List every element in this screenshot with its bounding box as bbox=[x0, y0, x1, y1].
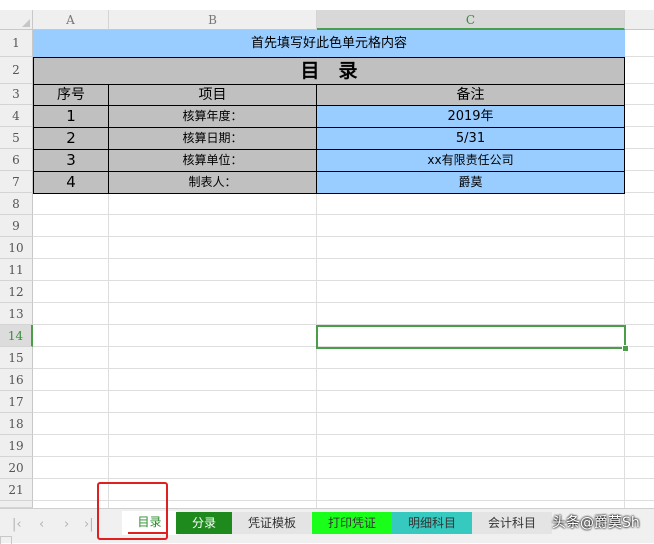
row-header-5[interactable]: 5 bbox=[0, 127, 33, 149]
tab-print-voucher[interactable]: 打印凭证 bbox=[312, 512, 392, 534]
gridline bbox=[33, 280, 654, 281]
gridline bbox=[625, 170, 654, 171]
gridline bbox=[33, 368, 654, 369]
sheet-title-cell[interactable]: 目 录 bbox=[33, 57, 625, 85]
column-header-a[interactable]: A bbox=[33, 10, 109, 30]
row-header-14[interactable]: 14 bbox=[0, 325, 33, 347]
spreadsheet-grid[interactable]: A B C 1 2 3 4 5 6 7 8 9 10 11 12 13 14 1… bbox=[0, 0, 654, 508]
row-header-1[interactable]: 1 bbox=[0, 30, 33, 57]
gridline bbox=[108, 193, 109, 508]
prev-sheet-icon[interactable]: ‹ bbox=[39, 517, 44, 532]
gridline bbox=[33, 478, 654, 479]
tab-voucher-template[interactable]: 凭证模板 bbox=[232, 512, 312, 534]
gridline bbox=[625, 56, 654, 57]
item-note-cell[interactable]: 2019年 bbox=[316, 105, 625, 128]
watermark-text: 头条@爵莫Sh bbox=[552, 515, 640, 531]
row-header-3[interactable]: 3 bbox=[0, 84, 33, 105]
header-item-cell[interactable]: 项目 bbox=[108, 84, 317, 106]
gridline bbox=[33, 434, 654, 435]
item-note-cell[interactable]: 爵莫 bbox=[316, 171, 625, 194]
item-note-cell[interactable]: 5/31 bbox=[316, 127, 625, 150]
row-header-4[interactable]: 4 bbox=[0, 105, 33, 127]
row-header-22[interactable] bbox=[0, 501, 33, 508]
select-all-corner[interactable] bbox=[0, 10, 33, 30]
gridline bbox=[33, 412, 654, 413]
header-no-cell[interactable]: 序号 bbox=[33, 84, 109, 106]
item-label-cell[interactable]: 核算年度： bbox=[108, 105, 317, 128]
item-label-cell[interactable]: 制表人： bbox=[108, 171, 317, 194]
row-header-18[interactable]: 18 bbox=[0, 413, 33, 435]
gridline bbox=[33, 214, 654, 215]
item-note-cell[interactable]: xx有限责任公司 bbox=[316, 149, 625, 172]
row-header-10[interactable]: 10 bbox=[0, 237, 33, 259]
gridline bbox=[33, 390, 654, 391]
row-header-12[interactable]: 12 bbox=[0, 281, 33, 303]
item-label-cell[interactable]: 核算单位： bbox=[108, 149, 317, 172]
row-header-20[interactable]: 20 bbox=[0, 457, 33, 479]
row-header-15[interactable]: 15 bbox=[0, 347, 33, 369]
item-no-cell[interactable]: 4 bbox=[33, 171, 109, 194]
gridline bbox=[33, 258, 654, 259]
first-sheet-icon[interactable]: |‹ bbox=[12, 517, 22, 532]
gridline bbox=[625, 83, 654, 84]
item-no-cell[interactable]: 3 bbox=[33, 149, 109, 172]
highlight-underline bbox=[128, 532, 166, 534]
row-header-21[interactable]: 21 bbox=[0, 479, 33, 501]
tab-fenlu[interactable]: 分录 bbox=[176, 512, 232, 534]
item-no-cell[interactable]: 1 bbox=[33, 105, 109, 128]
header-note-cell[interactable]: 备注 bbox=[316, 84, 625, 106]
gridline bbox=[625, 126, 654, 127]
instruction-cell[interactable]: 首先填写好此色单元格内容 bbox=[33, 30, 625, 57]
row-header-7[interactable]: 7 bbox=[0, 171, 33, 193]
column-header-b[interactable]: B bbox=[109, 10, 317, 30]
next-sheet-icon[interactable]: › bbox=[64, 517, 69, 532]
gridline bbox=[625, 192, 654, 193]
gridline bbox=[33, 236, 654, 237]
last-sheet-icon[interactable]: ›| bbox=[84, 517, 94, 532]
gridline bbox=[33, 302, 654, 303]
gridline bbox=[33, 456, 654, 457]
row-header-16[interactable]: 16 bbox=[0, 369, 33, 391]
gridline bbox=[625, 148, 654, 149]
row-header-13[interactable]: 13 bbox=[0, 303, 33, 325]
column-header-d[interactable] bbox=[625, 10, 654, 30]
row-header-6[interactable]: 6 bbox=[0, 149, 33, 171]
item-no-cell[interactable]: 2 bbox=[33, 127, 109, 150]
row-header-9[interactable]: 9 bbox=[0, 215, 33, 237]
row-header-2[interactable]: 2 bbox=[0, 57, 33, 84]
column-header-c[interactable]: C bbox=[317, 10, 625, 30]
row-header-19[interactable]: 19 bbox=[0, 435, 33, 457]
gridline bbox=[316, 193, 317, 508]
fill-handle[interactable] bbox=[622, 345, 629, 352]
gridline bbox=[625, 104, 654, 105]
row-header-11[interactable]: 11 bbox=[0, 259, 33, 281]
row-header-8[interactable]: 8 bbox=[0, 193, 33, 215]
row-header-17[interactable]: 17 bbox=[0, 391, 33, 413]
item-label-cell[interactable]: 核算日期： bbox=[108, 127, 317, 150]
tab-accounting-subjects[interactable]: 会计科目 bbox=[472, 512, 552, 534]
active-cell-c14[interactable] bbox=[316, 325, 626, 349]
tab-detail-accounts[interactable]: 明细科目 bbox=[392, 512, 472, 534]
